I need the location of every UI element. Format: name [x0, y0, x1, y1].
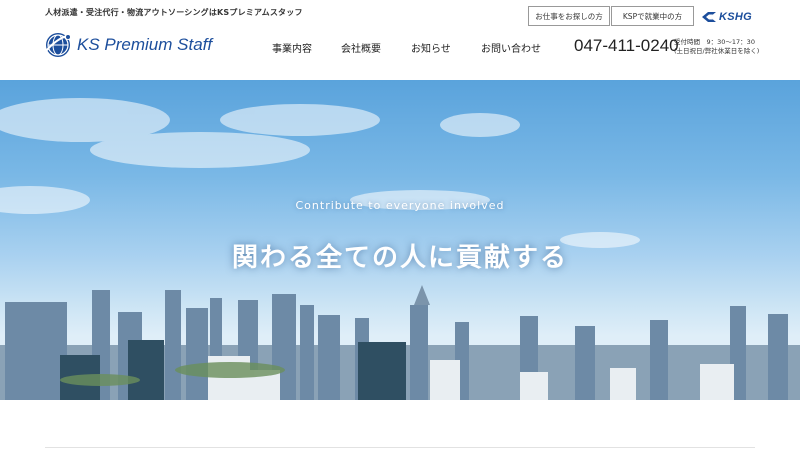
- phone-number[interactable]: 047-411-0240: [574, 36, 679, 56]
- group-logo-icon: [702, 12, 716, 22]
- hours-line-1: 受付時間 9：30〜17：30: [674, 38, 755, 46]
- hero-title: 関わる全ての人に貢献する: [231, 243, 568, 273]
- hours-line-2: (土日祝日/弊社休業日を除く): [674, 47, 760, 55]
- logo-text: KS Premium Staff: [77, 35, 213, 54]
- utility-buttons: お仕事をお探しの方 KSPで就業中の方: [528, 6, 694, 26]
- globe-logo-icon: [45, 33, 72, 57]
- site-header: 人材派遣・受注代行・物流アウトソーシングはKSプレミアムスタッフ お仕事をお探し…: [0, 0, 800, 80]
- site-logo[interactable]: KS Premium Staff: [44, 31, 212, 59]
- nav-item-news[interactable]: お知らせ: [411, 40, 451, 55]
- nav-item-company[interactable]: 会社概要: [341, 40, 381, 55]
- job-seeker-button[interactable]: お仕事をお探しの方: [528, 6, 610, 26]
- hero-subtitle: Contribute to everyone involved: [295, 199, 505, 212]
- nav-item-business[interactable]: 事業内容: [272, 40, 312, 55]
- section-divider: [45, 447, 755, 448]
- group-logo[interactable]: KSHG: [701, 11, 752, 23]
- header-tagline: 人材派遣・受注代行・物流アウトソーシングはKSプレミアムスタッフ: [45, 8, 303, 17]
- nav-item-contact[interactable]: お問い合わせ: [481, 40, 541, 55]
- hero-banner: Contribute to everyone involved 関わる全ての人に…: [0, 80, 800, 400]
- current-staff-button[interactable]: KSPで就業中の方: [611, 6, 694, 26]
- group-logo-text: KSHG: [719, 11, 752, 23]
- business-hours: 受付時間 9：30〜17：30 (土日祝日/弊社休業日を除く): [674, 38, 759, 56]
